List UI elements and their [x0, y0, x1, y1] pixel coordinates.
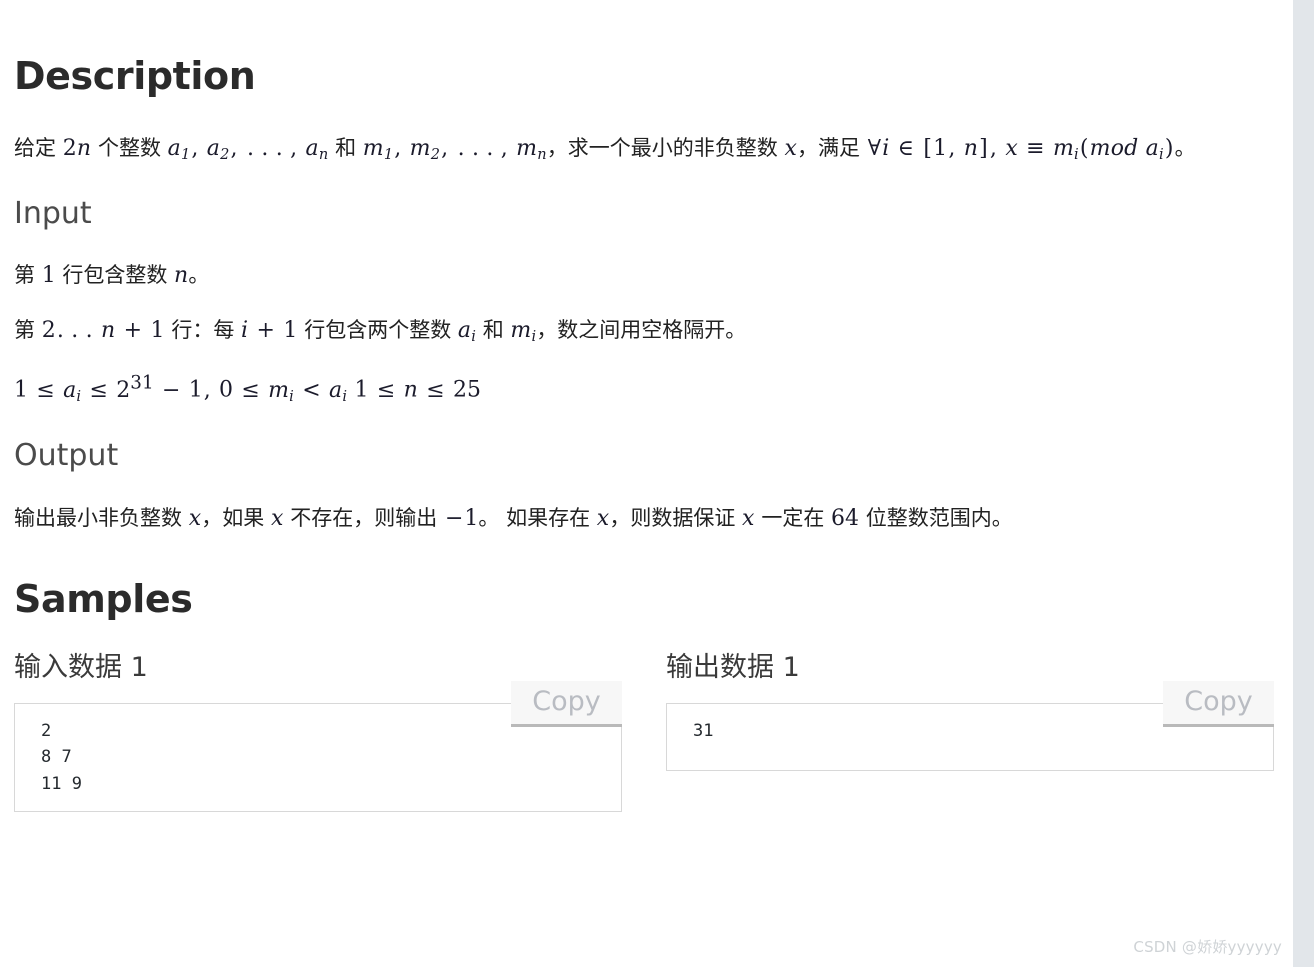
sample-output-code-wrap: 31 Copy	[666, 680, 1274, 771]
out-x-4: x	[742, 505, 755, 531]
input-line-2: 第 2. . . n + 1 行：每 i + 1 行包含两个整数 ai 和 mi…	[14, 314, 1277, 347]
input-l2-range: 2. . . n + 1	[41, 318, 165, 344]
input-l2-mi: mi	[510, 318, 537, 346]
section-heading-input: Input	[14, 195, 92, 231]
page-title-samples: Samples	[14, 576, 193, 621]
desc-math-m-series: m1, m2, . . . , mn	[362, 135, 547, 163]
problem-page: Description 给定 2n 个整数 a1, a2, . . . , an…	[0, 0, 1293, 967]
out-x-1: x	[188, 505, 202, 531]
input-l1-t1: 第	[14, 263, 42, 288]
sample-input-code-wrap: 2 8 7 11 9 Copy	[14, 680, 622, 812]
out-t1: 输出最小非负整数	[14, 505, 189, 530]
copy-input-button[interactable]: Copy	[511, 680, 622, 727]
desc-text-2: 个整数	[91, 135, 168, 160]
input-line-1: 第 1 行包含整数 n。	[14, 259, 1277, 292]
out-t7: 位整数范围内。	[859, 505, 1013, 530]
out-x-3: x	[596, 505, 610, 531]
desc-text-6: 。	[1174, 135, 1196, 160]
sample-input-block: 输入数据 1 2 8 7 11 9 Copy	[14, 652, 622, 812]
desc-text-1: 给定	[14, 135, 63, 160]
copy-output-button[interactable]: Copy	[1163, 680, 1274, 727]
input-l2-t5: ，数之间用空格隔开。	[536, 318, 747, 343]
section-heading-output: Output	[14, 438, 119, 474]
desc-math-congruence: ∀i ∈ [1, n], x ≡ mi(mod ai)	[867, 135, 1174, 163]
input-l2-t1: 第	[14, 318, 42, 343]
desc-text-3: 和	[328, 135, 363, 160]
input-l2-t2: 行：每	[164, 318, 242, 343]
input-l2-iplus1: i + 1	[241, 318, 298, 344]
watermark: CSDN @娇娇yyyyyy	[1133, 938, 1282, 956]
sample-output-block: 输出数据 1 31 Copy	[666, 652, 1274, 811]
samples-grid: 输入数据 1 2 8 7 11 9 Copy 输出数据 1 31 Copy	[14, 652, 1277, 812]
right-gutter	[1293, 0, 1314, 967]
input-l1-t3: 。	[188, 263, 210, 288]
out-t2: ，如果	[201, 505, 271, 530]
out-64: 64	[831, 505, 860, 531]
out-x-2: x	[270, 505, 284, 531]
desc-math-2n: 2n	[62, 135, 92, 161]
out-t5: ，则数据保证	[609, 505, 743, 530]
desc-text-4: ，求一个最小的非负整数	[546, 135, 785, 160]
input-l2-t4: 和	[476, 318, 511, 343]
out-t3: 不存在，则输出	[283, 505, 444, 530]
page-title-description: Description	[14, 54, 256, 98]
input-l1-num: 1	[41, 263, 56, 289]
description-paragraph: 给定 2n 个整数 a1, a2, . . . , an 和 m1, m2, .…	[14, 132, 1277, 165]
output-paragraph: 输出最小非负整数 x，如果 x 不存在，则输出 −1。 如果存在 x，则数据保证…	[14, 502, 1277, 535]
input-l2-t3: 行包含两个整数	[297, 318, 458, 343]
desc-math-x: x	[784, 135, 798, 161]
input-l1-n: n	[174, 263, 189, 289]
out-t4: 。 如果存在	[478, 505, 597, 530]
out-minus-one: −1	[444, 505, 479, 531]
desc-math-a-series: a1, a2, . . . , an	[167, 135, 329, 163]
input-l2-ai: ai	[457, 318, 477, 346]
input-constraints: 1 ≤ ai ≤ 231 − 1, 0 ≤ mi < ai 1 ≤ n ≤ 25	[14, 372, 482, 405]
input-l1-t2: 行包含整数	[55, 263, 175, 288]
desc-text-5: ，满足	[797, 135, 867, 160]
out-t6: 一定在	[754, 505, 832, 530]
